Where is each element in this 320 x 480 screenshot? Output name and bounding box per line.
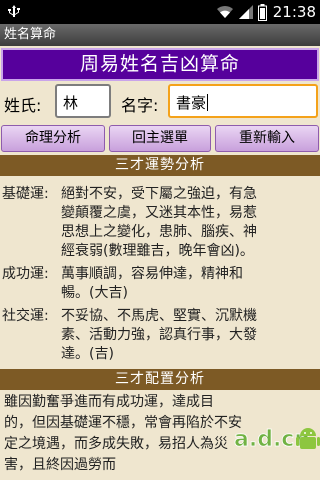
analyze-button[interactable]: 命理分析 — [1, 125, 105, 152]
social-fortune-label: 社交運: — [2, 308, 49, 324]
wifi-icon — [216, 5, 233, 18]
text-cursor — [207, 94, 209, 111]
reenter-button-label: 重新輸入 — [239, 130, 295, 146]
config-analysis-line: 雖因勤奮爭進而有成功運，達成目 — [4, 394, 214, 410]
success-fortune-label: 成功運: — [2, 266, 49, 282]
success-fortune-line: 萬事順調，容易伸達，精神和 — [61, 266, 243, 282]
watermark-logo: a.d.cn — [234, 427, 320, 452]
success-fortune-row: 成功運: 萬事順調，容易伸達，精神和 暢。(大吉) — [2, 265, 318, 305]
name-value: 書豪 — [176, 94, 207, 112]
status-bar: 21:38 — [0, 0, 320, 24]
analyze-button-label: 命理分析 — [25, 130, 81, 146]
surname-label: 姓氏: — [4, 96, 42, 115]
config-section-header: 三才配置分析 — [0, 369, 320, 390]
base-fortune-text: 絕對不安，受下屬之強迫，有急 變顛覆之虞，又迷其本性，易惹 思想上之變化，患肺、… — [61, 185, 317, 261]
header-banner: 周易姓名吉凶算命 — [1, 48, 319, 81]
surname-field[interactable]: 林 — [55, 84, 111, 118]
banner-title: 周易姓名吉凶算命 — [79, 53, 240, 75]
base-fortune-label: 基礎運: — [2, 186, 49, 202]
base-fortune-line: 思想上之變化，患肺、腦疾、神 — [61, 224, 257, 240]
config-analysis-line: 害，且終因過勞而 — [4, 457, 116, 473]
name-field[interactable]: 書豪 — [168, 84, 318, 118]
app-title-bar: 姓名算命 — [0, 24, 320, 46]
name-input-row: 姓氏: 林 名字: 書豪 — [0, 82, 320, 122]
social-fortune-line: 素、活動力強，認真行事，大發 — [61, 327, 257, 343]
config-section-title: 三才配置分析 — [115, 371, 205, 387]
fortune-section-title: 三才運勢分析 — [115, 157, 205, 173]
surname-value: 林 — [63, 94, 79, 112]
success-fortune-line: 暢。(大吉) — [61, 285, 128, 301]
social-fortune-row: 社交運: 不妥協、不馬虎、堅實、沉默機 素、活動力強，認真行事，大發 達。(吉) — [2, 307, 318, 367]
base-fortune-row: 基礎運: 絕對不安，受下屬之強迫，有急 變顛覆之虞，又迷其本性，易惹 思想上之變… — [2, 185, 318, 263]
home-menu-button[interactable]: 回主選單 — [109, 125, 211, 152]
battery-icon — [257, 3, 267, 21]
base-fortune-line: 變顛覆之虞，又迷其本性，易惹 — [61, 205, 257, 221]
social-fortune-line: 不妥協、不馬虎、堅實、沉默機 — [61, 308, 257, 324]
base-fortune-line: 絕對不安，受下屬之強迫，有急 — [61, 186, 257, 202]
home-menu-button-label: 回主選單 — [132, 130, 188, 146]
fortune-section-header: 三才運勢分析 — [0, 155, 320, 176]
signal-icon — [238, 5, 253, 19]
success-fortune-text: 萬事順調，容易伸達，精神和 暢。(大吉) — [61, 265, 317, 303]
social-fortune-text: 不妥協、不馬虎、堅實、沉默機 素、活動力強，認真行事，大發 達。(吉) — [61, 307, 317, 364]
name-label: 名字: — [121, 96, 159, 115]
usb-icon — [8, 5, 20, 17]
base-fortune-line: 經衰弱(數理雖吉，晚年會凶)。 — [61, 243, 254, 259]
reenter-button[interactable]: 重新輸入 — [215, 125, 319, 152]
clock: 21:38 — [272, 3, 316, 21]
app-title: 姓名算命 — [4, 27, 57, 42]
social-fortune-line: 達。(吉) — [61, 346, 114, 362]
